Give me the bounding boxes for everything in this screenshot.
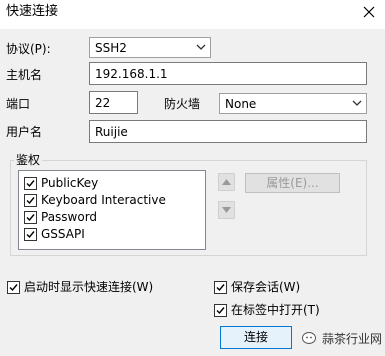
auth-method-label: Keyboard Interactive (41, 193, 166, 207)
checkbox[interactable] (24, 194, 37, 207)
port-input[interactable]: 22 (89, 91, 138, 114)
connect-button[interactable]: 连接 (220, 326, 292, 349)
firewall-select[interactable]: None (219, 93, 367, 114)
hostname-value: 192.168.1.1 (95, 67, 168, 81)
open-in-tab-label: 在标签中打开(T) (231, 303, 320, 317)
hostname-input[interactable]: 192.168.1.1 (89, 62, 367, 85)
watermark: 蒜茶行业网 (302, 329, 382, 349)
move-down-button[interactable] (218, 201, 235, 219)
close-button[interactable] (360, 3, 378, 21)
check-icon (9, 284, 18, 292)
protocol-label: 协议(P): (6, 42, 51, 56)
protocol-select[interactable]: SSH2 (89, 37, 211, 58)
close-icon (363, 6, 375, 18)
arrow-down-icon (222, 207, 231, 213)
checkbox[interactable] (214, 304, 227, 317)
auth-group-label: 鉴权 (14, 152, 43, 168)
auth-method-label: GSSAPI (41, 227, 85, 241)
check-icon (216, 284, 225, 292)
checkbox[interactable] (214, 281, 227, 294)
save-session-option[interactable]: 保存会话(W) (214, 279, 364, 295)
checkbox[interactable] (24, 228, 37, 241)
username-label: 用户名 (6, 125, 43, 139)
check-icon (26, 180, 35, 188)
arrow-up-icon (222, 179, 231, 185)
window-title: 快速连接 (6, 4, 59, 19)
check-icon (26, 197, 35, 205)
properties-button[interactable]: 属性(E)... (245, 173, 340, 193)
check-icon (216, 307, 225, 315)
auth-method-label: PublicKey (41, 176, 99, 190)
watermark-text: 蒜茶行业网 (322, 332, 383, 346)
username-input[interactable]: Ruijie (89, 120, 367, 143)
checkbox[interactable] (24, 211, 37, 224)
checkbox[interactable] (7, 281, 20, 294)
firewall-label: 防火墙 (164, 97, 201, 111)
open-in-tab-option[interactable]: 在标签中打开(T) (214, 302, 364, 318)
auth-methods-list[interactable]: PublicKey Keyboard Interactive Password … (18, 170, 206, 250)
firewall-value: None (225, 97, 257, 111)
auth-method-label: Password (41, 210, 98, 224)
hostname-label: 主机名 (6, 68, 43, 82)
show-on-startup-option[interactable]: 启动时显示快速连接(W) (7, 279, 187, 295)
check-icon (26, 231, 35, 239)
check-icon (26, 214, 35, 222)
chevron-down-icon (196, 44, 206, 50)
port-label: 端口 (6, 97, 31, 111)
save-session-label: 保存会话(W) (231, 280, 301, 294)
username-value: Ruijie (95, 125, 128, 139)
protocol-value: SSH2 (95, 41, 127, 55)
chevron-down-icon (352, 100, 362, 106)
move-up-button[interactable] (218, 173, 235, 191)
show-on-startup-label: 启动时显示快速连接(W) (24, 280, 154, 294)
checkbox[interactable] (24, 177, 37, 190)
port-value: 22 (95, 96, 111, 110)
chat-bubble-icon (302, 332, 316, 344)
